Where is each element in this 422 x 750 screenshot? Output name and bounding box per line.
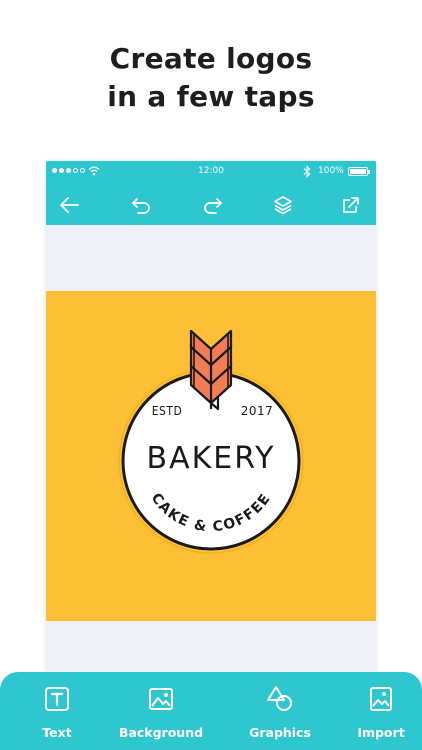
canvas-margin-top <box>46 225 376 291</box>
bakery-logo[interactable]: ESTD 2017 BAKERY CAKE & COFFEE <box>46 291 376 621</box>
text-tool-label: Text <box>42 725 72 740</box>
image-icon <box>149 688 173 710</box>
undo-icon <box>132 198 150 214</box>
bottom-tool-bar: Text Background Graphics Import <box>0 672 422 750</box>
logo-name: BAKERY <box>147 441 276 476</box>
headline-line-2: in a few taps <box>107 80 315 113</box>
editor-toolbar <box>46 183 376 225</box>
bluetooth-icon <box>303 165 311 178</box>
back-button[interactable] <box>56 192 82 218</box>
background-tool[interactable]: Background <box>111 684 211 740</box>
import-image-icon <box>370 687 392 711</box>
layers-icon <box>274 196 292 215</box>
share-icon <box>343 197 359 213</box>
background-tool-label: Background <box>118 725 204 740</box>
logo-artboard[interactable]: ESTD 2017 BAKERY CAKE & COFFEE <box>46 291 376 621</box>
graphics-tool-label: Graphics <box>249 725 311 740</box>
status-bar: 12:00 100% <box>46 161 376 183</box>
phone-mockup: 12:00 100% ESTD 2017 BAKERY CAKE & COFFE… <box>46 161 376 721</box>
layers-button[interactable] <box>270 192 296 218</box>
share-button[interactable] <box>338 192 364 218</box>
text-icon <box>45 687 69 711</box>
headline-line-1: Create logos <box>109 42 313 75</box>
undo-button[interactable] <box>128 192 154 218</box>
text-tool[interactable]: Text <box>7 684 107 740</box>
logo-estd: ESTD <box>152 404 183 418</box>
graphics-tool[interactable]: Graphics <box>230 684 330 740</box>
battery-icon <box>348 167 370 176</box>
back-arrow-icon <box>60 197 79 213</box>
import-tool[interactable]: Import <box>331 684 422 740</box>
redo-button[interactable] <box>200 192 226 218</box>
logo-year: 2017 <box>241 404 274 418</box>
headline: Create logos in a few taps <box>0 40 422 116</box>
redo-icon <box>204 198 222 214</box>
import-tool-label: Import <box>357 725 405 740</box>
battery-percent: 100% <box>318 166 344 176</box>
shapes-icon <box>267 686 292 711</box>
